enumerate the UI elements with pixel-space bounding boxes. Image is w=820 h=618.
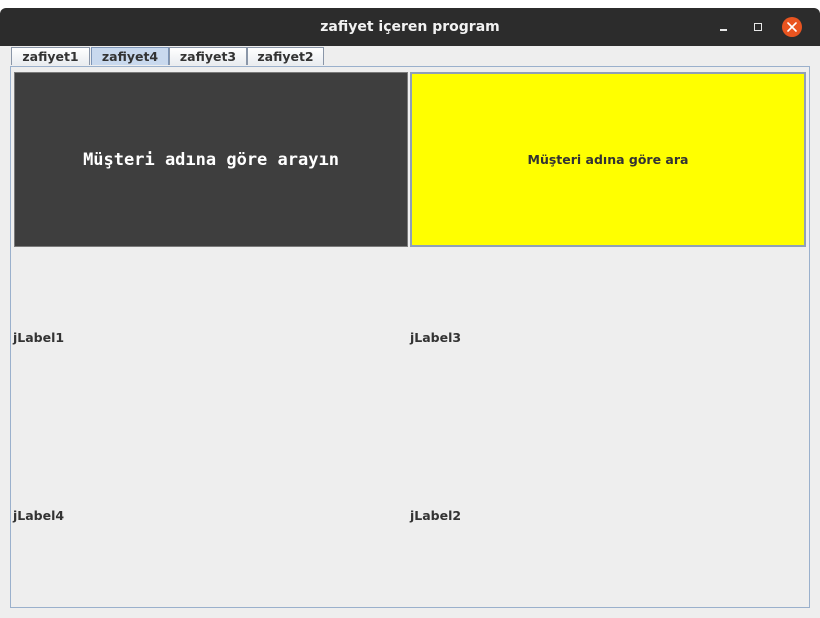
- jlabel4: jLabel4: [13, 508, 65, 523]
- minimize-button[interactable]: [714, 17, 734, 37]
- app-window: zafiyet içeren program zafiyet1 zafiyet4…: [0, 0, 820, 618]
- maximize-icon: [754, 23, 762, 31]
- tab-zafiyet1[interactable]: zafiyet1: [11, 47, 90, 65]
- jlabel3: jLabel3: [410, 330, 462, 345]
- search-by-customer-button[interactable]: Müşteri adına göre ara: [410, 72, 806, 247]
- window-content: zafiyet1 zafiyet4 zafiyet3 zafiyet2 Müşt…: [0, 46, 820, 618]
- close-icon: [787, 22, 797, 32]
- close-button[interactable]: [782, 17, 802, 37]
- tab-zafiyet3[interactable]: zafiyet3: [169, 47, 247, 65]
- jlabel2: jLabel2: [410, 508, 462, 523]
- tab-panel: Müşteri adına göre arayın Müşteri adına …: [10, 66, 810, 608]
- search-heading-label: Müşteri adına göre arayın: [14, 72, 408, 247]
- minimize-icon: [720, 29, 727, 31]
- maximize-button[interactable]: [748, 17, 768, 37]
- window-title: zafiyet içeren program: [320, 19, 500, 35]
- title-bar[interactable]: zafiyet içeren program: [0, 8, 820, 46]
- tab-zafiyet4[interactable]: zafiyet4: [91, 47, 169, 65]
- tab-zafiyet2[interactable]: zafiyet2: [247, 47, 324, 65]
- jlabel1: jLabel1: [13, 330, 65, 345]
